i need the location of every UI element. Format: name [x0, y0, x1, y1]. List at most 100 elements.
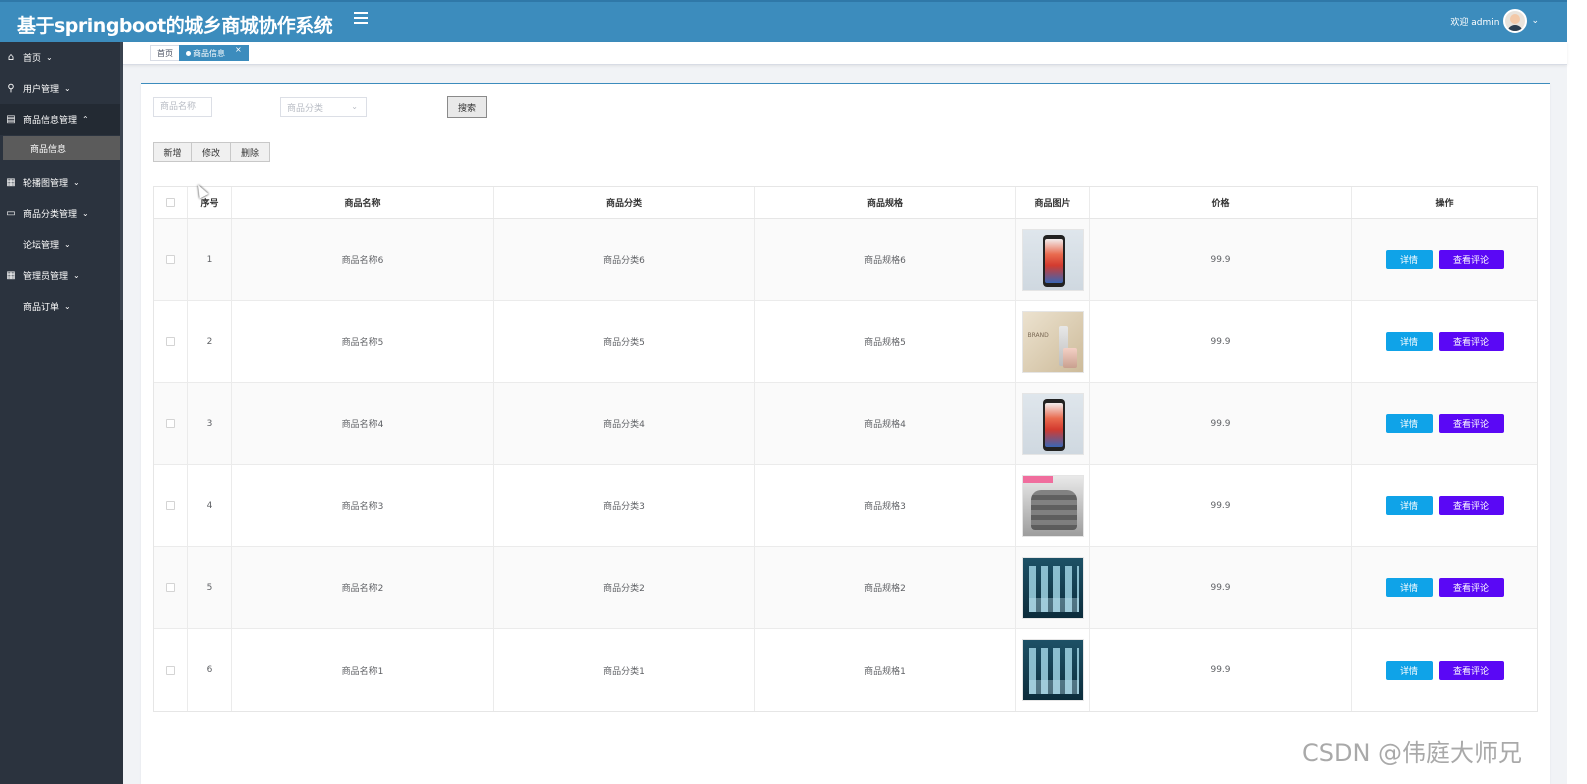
badge-icon: ⚲ — [7, 83, 15, 94]
row-name: 商品名称2 — [232, 547, 494, 628]
table-row[interactable]: 6 商品名称1 商品分类1 商品规格1 99.9 详情 查看评论 — [154, 629, 1537, 711]
row-image-cell — [1016, 629, 1090, 711]
row-checkbox[interactable] — [166, 583, 175, 592]
row-select-cell — [154, 465, 188, 546]
row-spec: 商品规格3 — [755, 465, 1016, 546]
user-menu[interactable]: 欢迎 admin ⌄ — [1450, 6, 1539, 36]
sidebar-item-label: 用户管理 — [23, 85, 60, 95]
phone-product-image — [1021, 228, 1084, 291]
chevron-down-icon: ⌄ — [64, 84, 71, 93]
sidebar-item-category[interactable]: ▭ 商品分类管理 ⌄ — [0, 198, 123, 229]
book-icon: ▤ — [6, 114, 16, 125]
row-index: 1 — [188, 219, 232, 300]
sidebar-item-home[interactable]: ⌂ 首页 ⌄ — [0, 42, 123, 73]
column-header-actions: 操作 — [1435, 199, 1454, 209]
row-price: 99.9 — [1090, 465, 1352, 546]
table-row[interactable]: 4 商品名称3 商品分类3 商品规格3 99.9 详情 查看评论 — [154, 465, 1537, 547]
view-comments-button[interactable]: 查看评论 — [1438, 332, 1504, 351]
tab-product-info[interactable]: 商品信息 × — [179, 45, 249, 61]
row-price: 99.9 — [1090, 219, 1352, 300]
edit-button[interactable]: 修改 — [191, 142, 231, 162]
chevron-down-icon: ⌄ — [82, 209, 89, 218]
chevron-down-icon: ⌄ — [73, 178, 80, 187]
column-header-category: 商品分类 — [494, 187, 755, 218]
row-checkbox[interactable] — [166, 419, 175, 428]
delete-button[interactable]: 删除 — [230, 142, 270, 162]
add-button[interactable]: 新增 — [153, 142, 192, 162]
view-comments-button[interactable]: 查看评论 — [1438, 496, 1504, 515]
row-checkbox[interactable] — [166, 665, 175, 675]
sidebar-item-orders[interactable]: 商品订单 ⌄ — [0, 291, 123, 322]
grid-icon: ▦ — [6, 270, 16, 281]
detail-button[interactable]: 详情 — [1385, 578, 1433, 597]
row-index: 3 — [188, 383, 232, 464]
sidebar-item-label: 管理员管理 — [23, 272, 69, 282]
column-header-name: 商品名称 — [232, 187, 494, 218]
column-header-image: 商品图片 — [1016, 187, 1090, 218]
row-checkbox[interactable] — [166, 255, 175, 264]
avatar[interactable] — [1503, 9, 1528, 33]
detail-button[interactable]: 详情 — [1385, 332, 1433, 351]
app-title: 基于springboot的城乡商城协作系统 — [17, 15, 333, 37]
sidebar-scrollbar[interactable] — [120, 42, 123, 320]
row-name: 商品名称5 — [232, 301, 494, 382]
row-spec: 商品规格1 — [755, 629, 1016, 711]
table-row[interactable]: 1 商品名称6 商品分类6 商品规格6 99.9 详情 查看评论 — [154, 219, 1537, 301]
sidebar-subitem-product-info[interactable]: 商品信息 — [3, 136, 120, 160]
view-comments-button[interactable]: 查看评论 — [1438, 250, 1504, 269]
sidebar: ⌂ 首页 ⌄ ⚲ 用户管理 ⌄ ▤ 商品信息管理 ⌃ 商品信息 ▦ 轮播图管理 … — [0, 42, 123, 784]
close-icon[interactable]: × — [235, 45, 242, 54]
table-row[interactable]: 2 商品名称5 商品分类5 商品规格5 BRAND 99.9 详情 查看评论 — [154, 301, 1537, 383]
serum-product-image — [1021, 556, 1084, 619]
view-comments-button[interactable]: 查看评论 — [1438, 660, 1504, 680]
hamburger-icon[interactable] — [354, 12, 368, 26]
sidebar-item-label: 首页 — [23, 54, 42, 64]
chevron-down-icon[interactable]: ⌄ — [1531, 16, 1539, 26]
sidebar-item-carousel[interactable]: ▦ 轮播图管理 ⌄ — [0, 167, 123, 198]
chevron-up-icon: ⌃ — [82, 115, 89, 124]
tab-home[interactable]: 首页 — [150, 45, 180, 61]
home-icon: ⌂ — [7, 52, 15, 63]
select-all-checkbox[interactable] — [166, 198, 175, 207]
detail-button[interactable]: 详情 — [1385, 496, 1433, 515]
chevron-down-icon: ⌄ — [64, 302, 71, 311]
row-actions: 详情 查看评论 — [1352, 547, 1537, 628]
view-comments-button[interactable]: 查看评论 — [1438, 414, 1504, 433]
sidebar-item-label: 商品订单 — [23, 303, 60, 313]
table-row[interactable]: 5 商品名称2 商品分类2 商品规格2 99.9 详情 查看评论 — [154, 547, 1537, 629]
row-checkbox[interactable] — [166, 337, 175, 346]
row-category: 商品分类4 — [494, 383, 755, 464]
sidebar-item-product-management[interactable]: ▤ 商品信息管理 ⌃ — [0, 104, 123, 135]
detail-button[interactable]: 详情 — [1385, 414, 1433, 433]
row-name: 商品名称1 — [232, 629, 494, 711]
detail-button[interactable]: 详情 — [1385, 250, 1433, 269]
product-name-search-input[interactable] — [153, 97, 212, 117]
action-button-group: 新增 修改 删除 — [153, 142, 270, 162]
serum-product-image — [1021, 639, 1084, 701]
sidebar-item-forum[interactable]: 论坛管理 ⌄ — [0, 229, 123, 260]
row-image-cell: BRAND — [1016, 301, 1090, 382]
row-name: 商品名称6 — [232, 219, 494, 300]
sidebar-item-label: 商品分类管理 — [23, 210, 78, 220]
search-button[interactable]: 搜索 — [447, 96, 487, 118]
sidebar-item-users[interactable]: ⚲ 用户管理 ⌄ — [0, 73, 123, 104]
row-index: 5 — [188, 547, 232, 628]
table-row[interactable]: 3 商品名称4 商品分类4 商品规格4 99.9 详情 查看评论 — [154, 383, 1537, 465]
chevron-down-icon: ⌄ — [46, 53, 53, 62]
tab-label: 商品信息 — [193, 48, 225, 58]
row-spec: 商品规格5 — [755, 301, 1016, 382]
chevron-down-icon: ⌄ — [64, 240, 71, 249]
row-name: 商品名称4 — [232, 383, 494, 464]
detail-button[interactable]: 详情 — [1385, 660, 1433, 680]
row-select-cell — [154, 219, 188, 300]
column-header-spec: 商品规格 — [755, 187, 1016, 218]
select-all-cell — [154, 187, 188, 218]
view-comments-button[interactable]: 查看评论 — [1438, 578, 1504, 597]
row-checkbox[interactable] — [166, 501, 175, 510]
product-table: 序号 商品名称 商品分类 商品规格 商品图片 价格 操作 1 商品名称6 商品分… — [153, 186, 1538, 712]
sidebar-item-admins[interactable]: ▦ 管理员管理 ⌄ — [0, 260, 123, 291]
category-select[interactable]: 商品分类 ⌄ — [280, 97, 367, 117]
page-scrollbar[interactable] — [1567, 0, 1587, 784]
row-index: 6 — [188, 629, 232, 711]
cosmetic-product-image: BRAND — [1021, 310, 1084, 373]
